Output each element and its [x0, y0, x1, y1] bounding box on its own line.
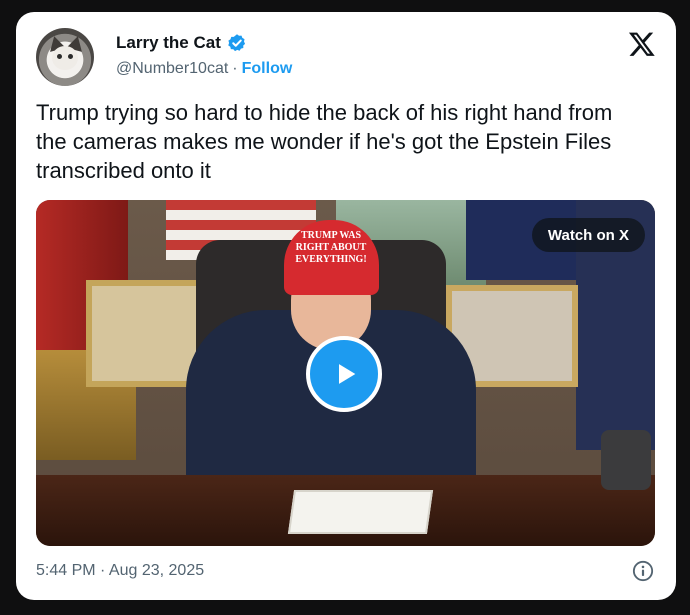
info-icon[interactable] — [632, 560, 654, 582]
x-logo-icon[interactable] — [628, 30, 656, 58]
play-button[interactable] — [306, 336, 382, 412]
cap-text: TRUMP WAS RIGHT ABOUT EVERYTHING! — [295, 230, 367, 265]
author-name[interactable]: Larry the Cat — [116, 33, 221, 53]
watch-on-x-button[interactable]: Watch on X — [531, 218, 645, 252]
avatar[interactable] — [36, 28, 94, 86]
author-name-row: Larry the Cat — [116, 33, 247, 53]
separator-dot: · — [232, 60, 238, 77]
tweet-text: Trump trying so hard to hide the back of… — [36, 100, 613, 183]
author-handle[interactable]: @Number10cat — [116, 60, 228, 78]
tweet-timestamp[interactable]: 5:44 PM · Aug 23, 2025 — [36, 562, 204, 580]
video-media[interactable]: TRUMP WAS RIGHT ABOUT EVERYTHING! Watch … — [36, 200, 655, 546]
follow-button[interactable]: Follow — [242, 60, 293, 78]
tweet-header: Larry the Cat @Number10cat · Follow — [36, 28, 656, 88]
tweet-card[interactable]: Larry the Cat @Number10cat · Follow Trum… — [16, 12, 676, 600]
verified-badge-icon — [228, 34, 245, 52]
handle-row: @Number10cat · Follow — [116, 60, 292, 78]
play-icon — [339, 364, 356, 384]
